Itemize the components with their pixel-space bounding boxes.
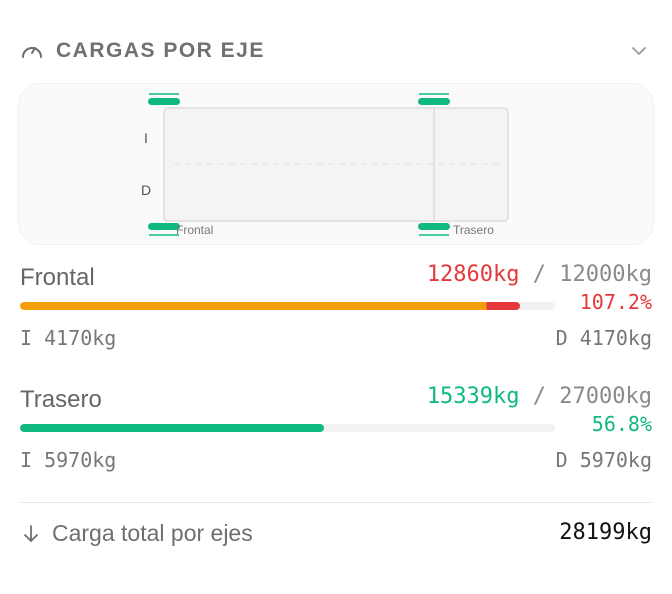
total-load-row: Carga total por ejes 28199kg <box>20 520 652 550</box>
truck-outline <box>148 93 509 236</box>
axle-loads-panel: CARGAS POR EJE I D Frontal Trasero Front… <box>0 0 672 594</box>
load-separator: / <box>532 384 547 409</box>
left-wheel-load: I 5970kg <box>20 448 117 472</box>
total-load-value: 28199kg <box>559 520 652 545</box>
load-separator: / <box>532 262 547 287</box>
right-wheel-load: D 5970kg <box>555 448 652 472</box>
chevron-down-icon[interactable] <box>630 42 648 60</box>
side-label-right: D <box>141 182 152 198</box>
panel-header[interactable]: CARGAS POR EJE <box>20 34 652 68</box>
axle-name: Trasero <box>20 386 102 413</box>
divider <box>20 502 652 503</box>
axle-current-load: 15339kg <box>426 384 520 409</box>
axle-max-load: 12000kg <box>559 262 652 287</box>
rear-axle-label: Trasero <box>453 223 494 237</box>
axle-name: Frontal <box>20 264 95 291</box>
load-progress-fill <box>20 302 521 310</box>
front-axle-label: Frontal <box>176 223 214 237</box>
load-progress-fill <box>20 424 324 432</box>
load-percent: 56.8% <box>591 412 652 436</box>
load-percent: 107.2% <box>579 290 652 314</box>
side-label-left: I <box>144 130 148 146</box>
axle-max-load: 27000kg <box>559 384 652 409</box>
gauge-icon <box>20 39 44 63</box>
load-progress-bar <box>20 424 555 432</box>
axle-row-rear: Trasero 15339kg / 27000kg 56.8% I 5970kg… <box>20 384 652 486</box>
axle-load: 12860kg / 12000kg <box>427 262 652 287</box>
left-wheel-load: I 4170kg <box>20 326 117 350</box>
truck-diagram: I D Frontal Trasero <box>18 83 654 245</box>
axle-load: 15339kg / 27000kg <box>427 384 652 409</box>
panel-title: CARGAS POR EJE <box>56 39 265 62</box>
axle-current-load: 12860kg <box>426 262 520 287</box>
right-wheel-load: D 4170kg <box>555 326 652 350</box>
axle-row-front: Frontal 12860kg / 12000kg 107.2% I 4170k… <box>20 262 652 364</box>
load-progress-bar <box>20 302 555 310</box>
arrow-down-icon <box>20 523 42 545</box>
total-load-label: Carga total por ejes <box>52 520 253 546</box>
